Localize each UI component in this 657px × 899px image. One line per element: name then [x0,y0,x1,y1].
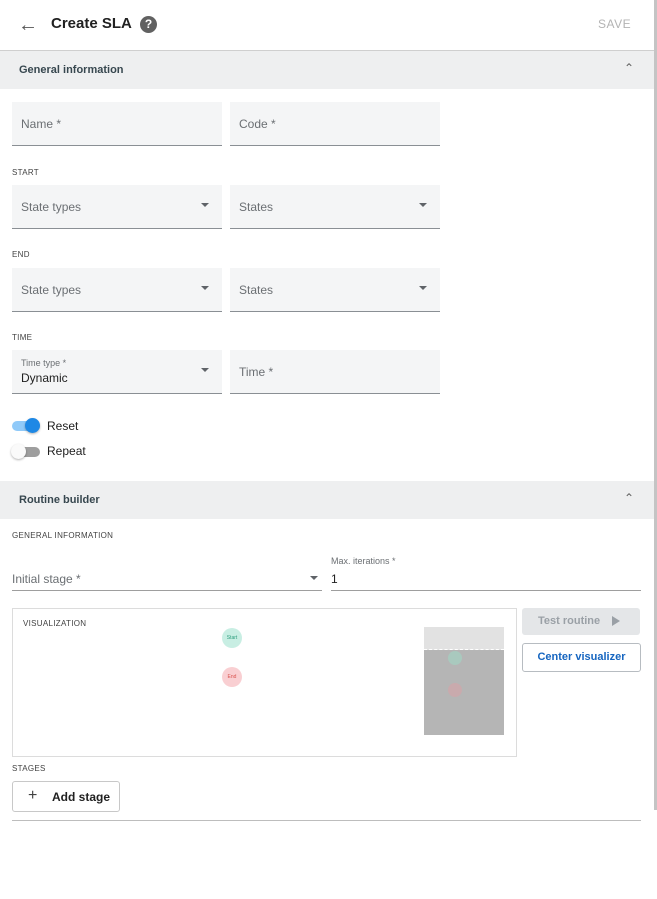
minimap[interactable] [424,627,504,735]
start-state-types-select[interactable]: State types [12,185,222,229]
end-states-select[interactable]: States [230,268,440,312]
start-states-select[interactable]: States [230,185,440,229]
time-type-select[interactable]: Time type * Dynamic [12,350,222,394]
caret-down-icon [419,286,427,290]
caret-down-icon [201,286,209,290]
section-title: General information [19,64,124,76]
caret-down-icon [419,203,427,207]
reset-toggle-knob[interactable] [25,418,40,433]
initial-stage-placeholder: Initial stage * [12,572,81,586]
end-states-label: States [239,283,274,297]
end-state-types-label: State types [21,283,82,297]
start-states-label: States [239,200,274,214]
visualization-panel[interactable]: VISUALIZATION Start End [12,608,517,757]
start-node[interactable]: Start [222,628,242,648]
end-caption: END [12,250,30,259]
section-routine-builder[interactable]: Routine builder ⌃ [0,481,654,519]
test-routine-button[interactable]: Test routine [522,608,640,635]
chevron-up-icon[interactable]: ⌃ [624,491,634,505]
section-general-information[interactable]: General information ⌃ [0,51,654,89]
time-placeholder: Time * [239,365,274,379]
end-node[interactable]: End [222,667,242,687]
plus-icon: + [28,787,38,804]
time-type-label: Time type * [21,358,67,368]
section-title: Routine builder [19,494,100,506]
max-iterations-label: Max. iterations * [331,556,396,566]
stages-divider [12,820,641,821]
app-header: ← Create SLA ? SAVE [0,0,654,51]
repeat-label: Repeat [47,444,86,458]
time-caption: TIME [12,333,33,342]
repeat-toggle-knob[interactable] [11,444,26,459]
code-field[interactable]: Code * [230,102,440,146]
play-icon [612,616,620,626]
caret-down-icon [310,576,318,580]
reset-label: Reset [47,419,79,433]
add-stage-button[interactable]: + Add stage [12,781,120,812]
minimap-end-node [448,683,462,697]
time-field[interactable]: Time * [230,350,440,394]
page-title: Create SLA [51,15,132,32]
max-iterations-field[interactable]: Max. iterations * 1 [331,556,641,591]
general-information-caption: GENERAL INFORMATION [12,531,114,540]
max-iterations-value[interactable]: 1 [331,572,338,586]
code-placeholder: Code * [239,117,276,131]
caret-down-icon [201,368,209,372]
end-state-types-select[interactable]: State types [12,268,222,312]
start-caption: START [12,168,39,177]
center-visualizer-button[interactable]: Center visualizer [522,643,641,672]
minimap-start-node [448,651,462,665]
caret-down-icon [201,203,209,207]
minimap-viewport[interactable] [424,627,504,650]
time-type-value: Dynamic [21,371,68,385]
save-button[interactable]: SAVE [598,17,631,31]
initial-stage-select[interactable]: Initial stage * [12,566,322,591]
chevron-up-icon[interactable]: ⌃ [624,61,634,75]
arrow-left-icon[interactable]: ← [18,15,38,35]
name-field[interactable]: Name * [12,102,222,146]
start-state-types-label: State types [21,200,82,214]
name-placeholder: Name * [21,117,62,131]
add-stage-label: Add stage [52,790,111,804]
test-routine-label: Test routine [538,615,601,627]
stages-caption: STAGES [12,764,46,773]
help-icon[interactable]: ? [140,16,157,33]
visualization-caption: VISUALIZATION [23,619,87,628]
